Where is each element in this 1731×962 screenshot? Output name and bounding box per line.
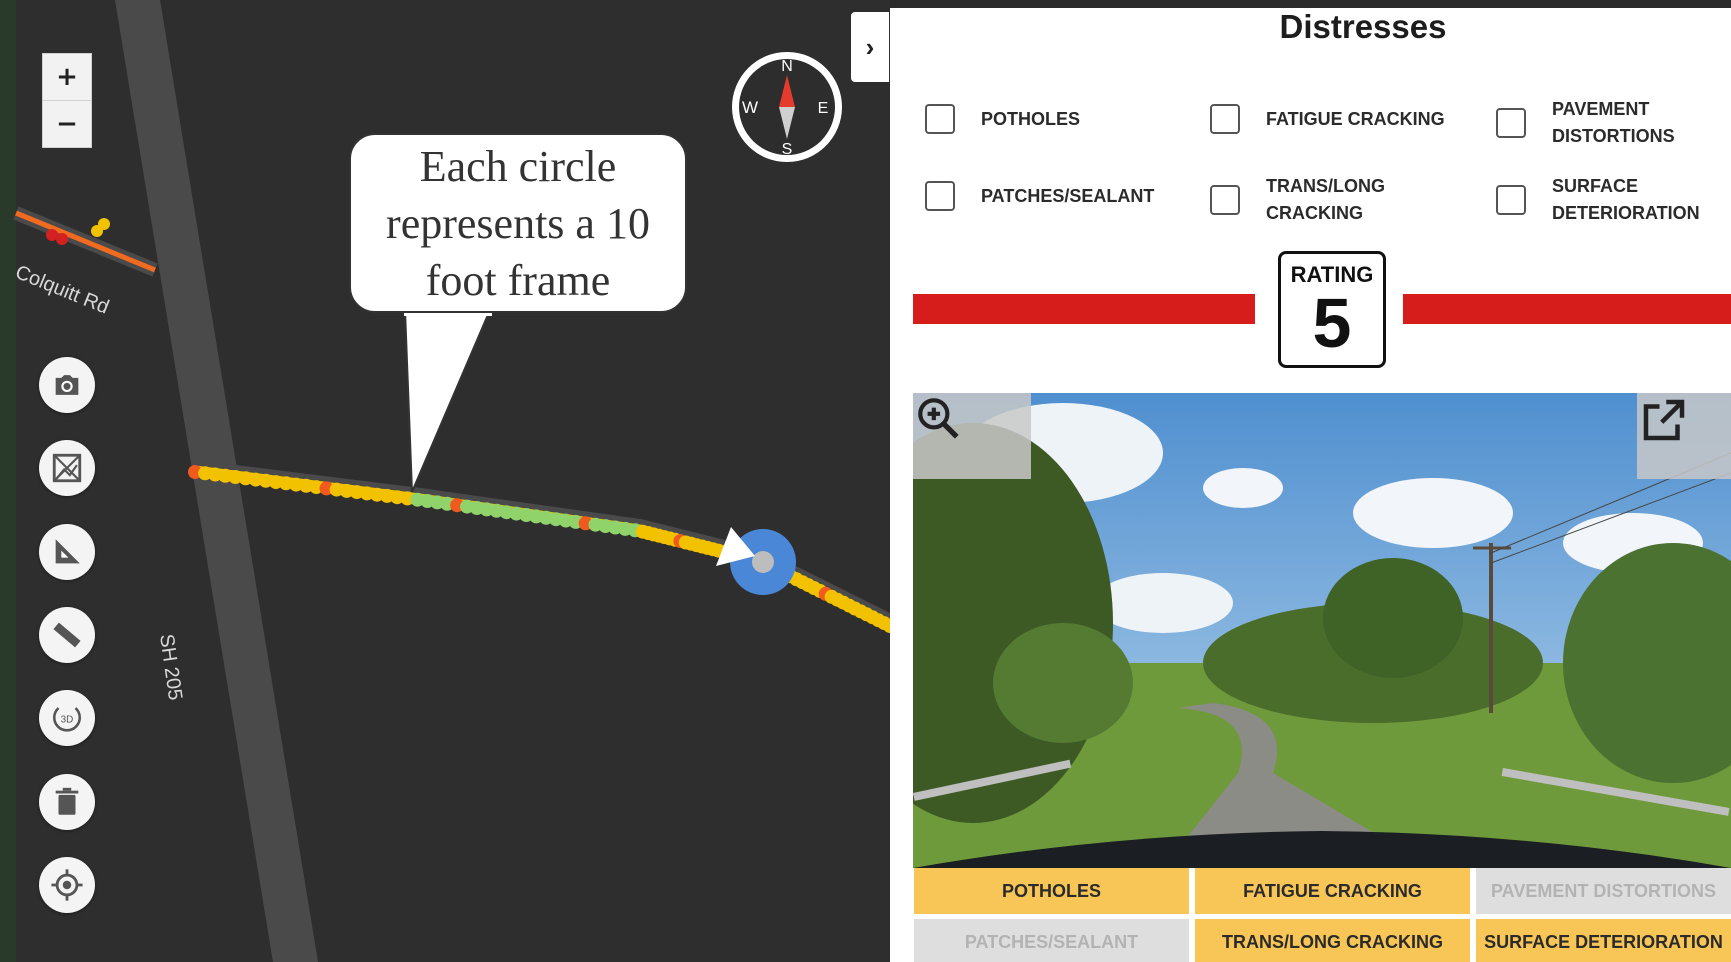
road-photo[interactable] [913,393,1731,868]
map-edge-strip [0,0,16,962]
frame-dot [98,218,110,230]
svg-text:3D: 3D [61,714,74,725]
checkbox-potholes[interactable]: POTHOLES [925,104,1080,134]
svg-text:E: E [818,100,829,117]
frame-tooltip: Each circle represents a 10 foot frame [349,133,687,313]
checkbox-trans-long-cracking[interactable]: TRANS/LONG CRACKING [1210,173,1430,227]
area-measure-icon [55,539,80,564]
checkbox-label: SURFACE DETERIORATION [1552,176,1700,223]
checkbox-box[interactable] [1496,108,1526,138]
checkbox-box[interactable] [1210,104,1240,134]
collapse-panel-button[interactable]: › [851,12,889,82]
checkbox-label: PAVEMENT DISTORTIONS [1552,99,1675,146]
image-off-icon [52,453,82,483]
locate-button[interactable] [39,857,95,913]
checkbox-box[interactable] [925,104,955,134]
camera-icon [55,375,79,395]
rating-badge: RATING 5 [1278,251,1386,368]
ruler-button[interactable] [39,607,95,663]
zoom-in-button[interactable]: + [42,53,92,101]
checkbox-label: PATCHES/SEALANT [981,185,1155,206]
ruler-icon [53,622,81,648]
zoom-out-button[interactable]: − [42,100,92,148]
road-label-sh205: SH 205 [155,633,186,702]
image-off-button[interactable] [39,440,95,496]
compass-icon[interactable]: N S E W [729,49,845,165]
frame-dot [56,233,68,245]
checkbox-box[interactable] [1496,185,1526,215]
delete-button[interactable] [39,774,95,830]
svg-text:N: N [781,58,793,75]
checkbox-pavement-distortions[interactable]: PAVEMENT DISTORTIONS [1496,96,1716,150]
locate-icon [51,869,83,901]
rating-bar-left [913,294,1255,324]
checkbox-label: POTHOLES [981,108,1081,129]
area-measure-button[interactable] [39,524,95,580]
vehicle-position-center [752,551,774,573]
distress-panel: Distresses POTHOLES FATIGUE CRACKING PAV… [890,8,1731,962]
svg-text:W: W [742,98,758,117]
tooltip-pointer [403,310,492,493]
checkbox-box[interactable] [925,181,955,211]
road-photo-image [913,393,1731,868]
svg-text:S: S [782,141,793,158]
tag-pavement-distortions[interactable]: PAVEMENT DISTORTIONS [1476,868,1731,914]
rating-bar-right [1403,294,1731,324]
checkbox-surface-deterioration[interactable]: SURFACE DETERIORATION [1496,173,1716,227]
panel-title: Distresses [1279,8,1447,45]
3d-rotate-icon: 3D [53,707,81,732]
open-external-icon [1643,399,1685,441]
checkbox-fatigue-cracking[interactable]: FATIGUE CRACKING [1210,104,1445,134]
map-view[interactable]: Colquitt Rd SH 205 + − N S E W Each circ… [0,0,890,962]
open-external-button[interactable] [1637,393,1731,479]
checkbox-label: FATIGUE CRACKING [1266,108,1445,129]
tag-patches-sealant[interactable]: PATCHES/SEALANT [914,919,1189,962]
rating-value: 5 [1312,284,1352,362]
road-label-colquitt: Colquitt Rd [12,261,112,318]
tag-potholes[interactable]: POTHOLES [914,868,1189,914]
3d-view-button[interactable]: 3D [39,690,95,746]
trash-icon [55,787,79,815]
checkbox-label: TRANS/LONG CRACKING [1266,176,1385,223]
zoom-photo-button[interactable] [913,393,1031,479]
tag-fatigue-cracking[interactable]: FATIGUE CRACKING [1195,868,1470,914]
tag-surface-deterioration[interactable]: SURFACE DETERIORATION [1476,919,1731,962]
checkbox-patches-sealant[interactable]: PATCHES/SEALANT [925,181,1154,211]
camera-button[interactable] [39,357,95,413]
checkbox-box[interactable] [1210,185,1240,215]
tag-trans-long-cracking[interactable]: TRANS/LONG CRACKING [1195,919,1470,962]
road-colquitt-rating [15,210,156,273]
zoom-in-icon [918,398,959,439]
